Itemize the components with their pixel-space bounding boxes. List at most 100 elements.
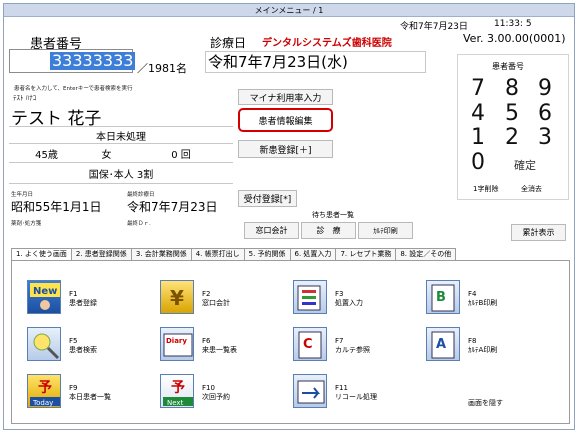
key-6[interactable]: 6 <box>530 101 560 126</box>
tab-reports[interactable]: 4. 帳票打出し <box>190 248 245 260</box>
f8-key: F8 <box>468 337 477 345</box>
last-doctor-label: 最終Ｄｒ. <box>127 221 151 227</box>
f6-label: 来患一覧表 <box>202 346 237 354</box>
svg-text:Diary: Diary <box>166 337 187 345</box>
svg-text:予: 予 <box>38 380 52 396</box>
f1-new-patient-button[interactable]: New F1 患者登録 <box>27 280 97 314</box>
key-5[interactable]: 5 <box>497 101 527 126</box>
patient-number-input[interactable]: 33333333 <box>9 49 136 73</box>
svg-text:C: C <box>303 337 313 352</box>
f3-label: 処置入力 <box>335 299 363 307</box>
last-visit-label: 最終診療日 <box>127 192 155 198</box>
f5-patient-search-button[interactable]: F5 患者検索 <box>27 327 97 361</box>
key-0[interactable]: 0 <box>463 150 493 175</box>
tab-patient-registration[interactable]: 2. 患者登録関係 <box>70 248 132 260</box>
f11-key: F11 <box>335 384 348 392</box>
f6-visitor-list-button[interactable]: Diary F6 来患一覧表 <box>160 327 237 361</box>
f3-key: F3 <box>335 290 344 298</box>
key-delete-one[interactable]: 1字削除 <box>473 184 498 194</box>
patient-search-icon <box>27 327 61 361</box>
birth-date-label: 生年月日 <box>11 192 34 198</box>
clinic-name: デンタルシステムズ歯科医院 <box>262 38 392 49</box>
patient-kana: ﾃｽﾄ ﾊﾅｺ <box>13 94 37 102</box>
hide-screen-button[interactable]: 画面を隠す <box>468 398 503 408</box>
birth-date: 昭和55年1月1日 <box>11 200 102 214</box>
key-clear-all[interactable]: 全消去 <box>521 184 542 194</box>
key-2[interactable]: 2 <box>497 125 527 150</box>
f9-today-patients-button[interactable]: 予 Today F9 本日患者一覧 <box>27 374 111 408</box>
patient-search-hint: 患者名を入力して、Enterキーで患者検索を実行 <box>14 86 133 92</box>
key-9[interactable]: 9 <box>530 76 560 101</box>
edit-patient-button[interactable]: 患者情報編集 <box>238 108 333 132</box>
clinic-date-value[interactable]: 令和7年7月23日(水) <box>205 51 426 73</box>
key-4[interactable]: 4 <box>463 101 493 126</box>
today-icon: 予 Today <box>27 374 61 408</box>
key-1[interactable]: 1 <box>463 125 493 150</box>
current-date: 令和7年7月23日 <box>400 22 468 32</box>
f4-label: ｶﾙﾃB印刷 <box>468 299 498 307</box>
version-label: Ver. 3.00.00(0001) <box>463 32 566 45</box>
svg-text:¥: ¥ <box>170 286 184 310</box>
new-patient-button[interactable]: 新患登録[＋] <box>238 140 333 158</box>
f7-key: F7 <box>335 337 344 345</box>
f2-counter-payment-button[interactable]: ¥ F2 窓口会計 <box>160 280 230 314</box>
key-7[interactable]: 7 <box>463 76 493 101</box>
new-patient-icon: New <box>27 280 61 314</box>
waiting-list-title: 待ち患者一覧 <box>312 211 354 219</box>
svg-text:Next: Next <box>167 399 184 407</box>
f11-recall-button[interactable]: F11 リコール処理 <box>293 374 377 408</box>
f9-key: F9 <box>69 384 78 392</box>
totals-button[interactable]: 累計表示 <box>511 224 566 241</box>
f11-label: リコール処理 <box>335 393 377 401</box>
waiting-counter-button[interactable]: 窓口会計 <box>244 222 299 239</box>
window-title: メインメニュー / 1 <box>4 4 574 17</box>
prescription-label: 薬剤･処方箋 <box>11 221 42 227</box>
patient-age: 45歳 <box>9 144 84 163</box>
svg-text:A: A <box>436 337 446 352</box>
tab-accounting[interactable]: 3. 会計業務関係 <box>130 248 192 260</box>
f7-label: カルテ参照 <box>335 346 370 354</box>
mynumber-rate-button[interactable]: マイナ利用率入力 <box>238 89 333 105</box>
patient-number-value: 33333333 <box>50 51 136 70</box>
f1-label: 患者登録 <box>69 299 97 307</box>
tab-appointments[interactable]: 5. 予約関係 <box>243 248 291 260</box>
chart-b-print-icon: B <box>426 280 460 314</box>
f3-treatment-input-button[interactable]: F3 処置入力 <box>293 280 363 314</box>
tab-settings[interactable]: 8. 設定／その他 <box>395 248 457 260</box>
key-3[interactable]: 3 <box>530 125 560 150</box>
chart-view-icon: C <box>293 327 327 361</box>
waiting-exam-button[interactable]: 診 療 <box>301 222 356 239</box>
f4-chart-b-print-button[interactable]: B F4 ｶﾙﾃB印刷 <box>426 280 497 314</box>
key-8[interactable]: 8 <box>497 76 527 101</box>
f5-label: 患者検索 <box>69 346 97 354</box>
current-time: 11:33: 5 <box>494 19 532 29</box>
tab-receipt[interactable]: 7. レセプト業務 <box>335 248 397 260</box>
svg-text:Today: Today <box>32 399 53 407</box>
f2-key: F2 <box>202 290 211 298</box>
waiting-print-button[interactable]: ｶﾙﾃ印刷 <box>358 222 413 239</box>
f8-label: ｶﾙﾃA印刷 <box>468 346 498 354</box>
diary-icon: Diary <box>160 327 194 361</box>
tab-favorites[interactable]: 1. よく使う画面 <box>11 248 72 260</box>
clinic-date-label: 診療日 <box>210 36 247 50</box>
f6-key: F6 <box>202 337 211 345</box>
next-appointment-icon: 予 Next <box>160 374 194 408</box>
f2-label: 窓口会計 <box>202 299 230 307</box>
patient-visit-count: 0 回 <box>129 144 233 163</box>
treatment-input-icon <box>293 280 327 314</box>
f8-chart-a-print-button[interactable]: A F8 ｶﾙﾃA印刷 <box>426 327 497 361</box>
f10-next-appointment-button[interactable]: 予 Next F10 次回予約 <box>160 374 230 408</box>
f10-key: F10 <box>202 384 215 392</box>
f7-chart-view-button[interactable]: C F7 カルテ参照 <box>293 327 370 361</box>
f5-key: F5 <box>69 337 78 345</box>
keypad-title: 患者番号 <box>492 62 524 71</box>
key-confirm[interactable]: 確定 <box>514 157 536 173</box>
tab-treatment-input[interactable]: 6. 処置入力 <box>289 248 337 260</box>
f9-label: 本日患者一覧 <box>69 393 111 401</box>
patient-gender: 女 <box>84 144 129 163</box>
last-visit-date: 令和7年7月23日 <box>127 200 218 214</box>
chart-a-print-icon: A <box>426 327 460 361</box>
reception-button[interactable]: 受付登録[*] <box>238 190 297 207</box>
f4-key: F4 <box>468 290 477 298</box>
patient-total-count: ／1981名 <box>137 62 187 75</box>
